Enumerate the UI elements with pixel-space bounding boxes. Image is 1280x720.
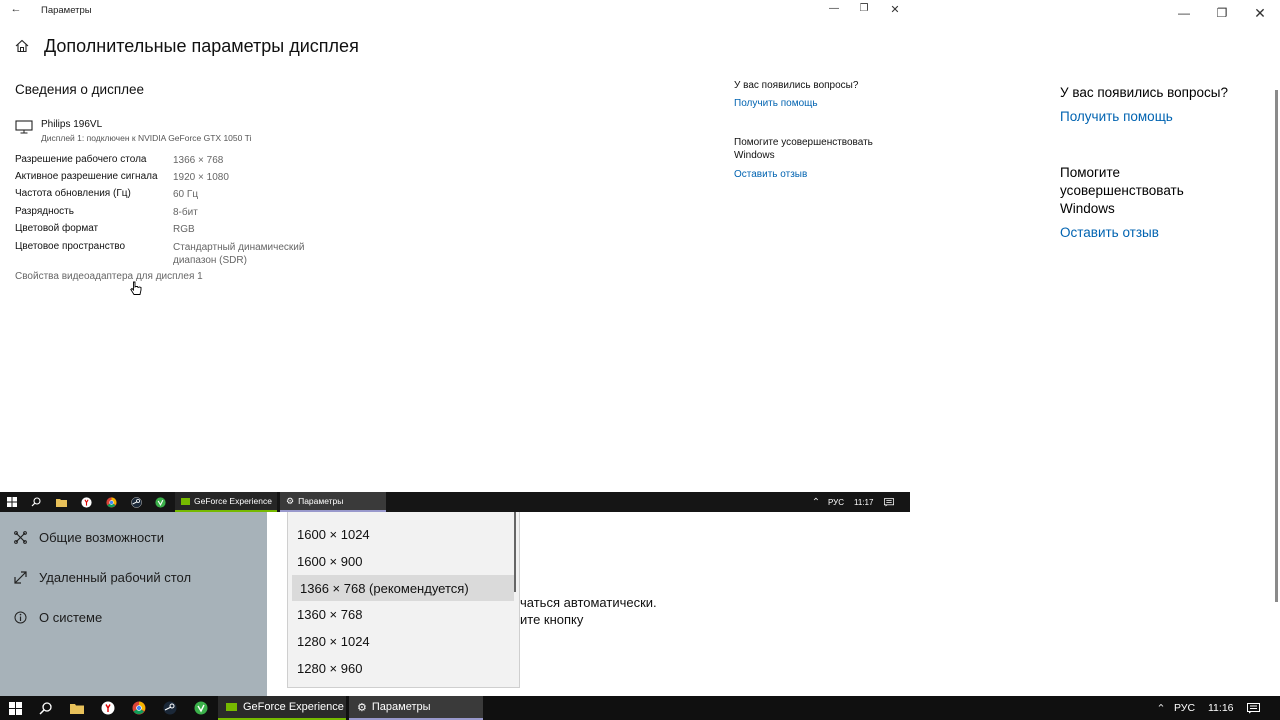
sidebar-item-label: Общие возможности (39, 529, 165, 545)
nvidia-icon (181, 497, 190, 505)
taskbar-settings[interactable]: ⚙ Параметры (280, 492, 386, 512)
sidebar-item-label: О системе (39, 609, 103, 625)
gear-icon: ⚙ (357, 701, 367, 714)
info-value: 60 Гц (173, 189, 199, 200)
resolution-option[interactable]: 1600 × 900 (288, 548, 518, 574)
nvidia-icon (226, 703, 237, 711)
restore-button[interactable]: ❐ (849, 3, 879, 14)
feedback-link[interactable]: Оставить отзыв (734, 168, 904, 181)
task-label: Параметры (298, 496, 344, 506)
yandex-browser-icon[interactable] (93, 696, 123, 720)
sidebar-item-accessibility[interactable]: Общие возможности (0, 517, 267, 557)
inner-taskbar: GeForce Experience ⚙ Параметры ⌃ РУС 11:… (0, 492, 910, 512)
steam-icon[interactable] (155, 696, 185, 720)
sidebar-item-remote-desktop[interactable]: Удаленный рабочий стол (0, 557, 267, 597)
taskbar-settings[interactable]: ⚙ Параметры (349, 696, 483, 720)
home-icon[interactable] (14, 38, 30, 54)
hand-cursor-icon (130, 281, 142, 302)
start-icon[interactable] (0, 492, 24, 512)
chrome-icon[interactable] (124, 696, 154, 720)
file-explorer-icon[interactable] (49, 492, 73, 512)
info-label: Цветовой формат (15, 223, 99, 234)
remote-desktop-icon (14, 570, 27, 584)
search-icon[interactable] (24, 492, 48, 512)
resolution-option[interactable]: 1600 × 1024 (288, 521, 518, 547)
settings-window: ← Параметры — ❐ ✕ Дополнительные парамет… (0, 0, 910, 492)
outer-scrollbar[interactable] (1275, 90, 1278, 602)
info-value: Стандартный динамический диапазон (SDR) (173, 242, 305, 266)
taskbar-geforce-experience[interactable]: GeForce Experience (218, 696, 346, 720)
resolution-option-selected[interactable]: 1366 × 768 (рекомендуется) (292, 575, 514, 601)
sidebar-item-label: Удаленный рабочий стол (39, 569, 192, 585)
resolution-option[interactable]: 1280 × 960 (288, 655, 518, 681)
language-indicator[interactable]: РУС (824, 492, 844, 512)
resolution-dropdown[interactable]: 1600 × 1024 1600 × 900 1366 × 768 (реком… (287, 512, 520, 688)
dropdown-scrollbar[interactable] (514, 512, 516, 592)
info-value: 1920 × 1080 (173, 172, 229, 183)
info-label: Цветовое пространство (15, 241, 126, 252)
restore-button[interactable]: ❐ (1202, 0, 1242, 26)
info-value: RGB (173, 224, 195, 235)
help-question: У вас появились вопросы? (734, 80, 859, 91)
file-explorer-icon[interactable] (62, 696, 92, 720)
monitor-icon (15, 120, 33, 134)
outer-main-text-2: ите кнопку (520, 612, 584, 627)
feedback-link[interactable]: Оставить отзыв (1060, 224, 1260, 242)
outer-main-text-1: чаться автоматически. (520, 595, 657, 610)
notifications-icon[interactable] (878, 492, 900, 512)
language-indicator[interactable]: РУС (1170, 696, 1195, 720)
taskbar-geforce-experience[interactable]: GeForce Experience (175, 492, 277, 512)
outer-help-panel: У вас появились вопросы? Получить помощь… (1060, 84, 1260, 242)
task-label: GeForce Experience (243, 701, 344, 713)
resolution-option[interactable]: 1280 × 1024 (288, 628, 518, 654)
close-button[interactable]: ✕ (880, 3, 910, 16)
window-title: Параметры (41, 5, 92, 16)
monitor-subtitle: Дисплей 1: подключен к NVIDIA GeForce GT… (41, 133, 252, 143)
get-help-link[interactable]: Получить помощь (1060, 108, 1260, 126)
info-label: Активное разрешение сигнала (15, 171, 158, 182)
inner-help-panel: У вас появились вопросы? Получить помощь… (734, 79, 904, 181)
improve-windows-text: Помогите усовершенствовать Windows (734, 137, 873, 161)
steam-icon[interactable] (124, 492, 148, 512)
accessibility-icon (14, 530, 27, 544)
adapter-properties-link[interactable]: Свойства видеоадаптера для дисплея 1 (15, 271, 203, 282)
search-icon[interactable] (30, 696, 60, 720)
info-label: Разрешение рабочего стола (15, 154, 147, 165)
page-title: Дополнительные параметры дисплея (44, 36, 359, 56)
task-label: Параметры (371, 701, 431, 713)
info-value: 1366 × 768 (173, 155, 224, 166)
info-icon (14, 611, 27, 624)
get-help-link[interactable]: Получить помощь (734, 97, 904, 110)
back-arrow-icon[interactable]: ← (8, 3, 24, 15)
info-label: Частота обновления (Гц) (15, 188, 131, 199)
info-label: Разрядность (15, 206, 74, 217)
yandex-browser-icon[interactable] (74, 492, 98, 512)
vpn-icon[interactable] (186, 696, 216, 720)
monitor-name: Philips 196VL (41, 119, 103, 130)
chevron-up-icon[interactable]: ⌃ (806, 492, 826, 512)
section-title: Сведения о дисплее (15, 82, 145, 97)
sidebar-item-about[interactable]: О системе (0, 597, 267, 637)
help-question: У вас появились вопросы? (1060, 85, 1228, 100)
chevron-up-icon[interactable]: ⌃ (1150, 696, 1172, 720)
clock[interactable]: 11:16 (1200, 696, 1234, 720)
clock[interactable]: 11:17 (848, 492, 873, 512)
improve-windows-text: Помогите усовершенствовать Windows (1060, 165, 1184, 216)
outer-taskbar: GeForce Experience ⚙ Параметры ⌃ РУС 11:… (0, 696, 1280, 720)
start-icon[interactable] (0, 696, 30, 720)
outer-sidebar: Общие возможности Удаленный рабочий стол… (0, 512, 267, 696)
close-button[interactable]: ✕ (1240, 0, 1280, 26)
minimize-button[interactable]: — (1164, 0, 1204, 26)
task-label: GeForce Experience (194, 496, 272, 506)
gear-icon: ⚙ (286, 495, 295, 506)
vpn-icon[interactable] (148, 492, 172, 512)
info-value: 8-бит (173, 207, 198, 218)
notifications-icon[interactable] (1240, 696, 1266, 720)
chrome-icon[interactable] (99, 492, 123, 512)
resolution-option[interactable]: 1360 × 768 (288, 601, 518, 627)
minimize-button[interactable]: — (819, 3, 849, 14)
